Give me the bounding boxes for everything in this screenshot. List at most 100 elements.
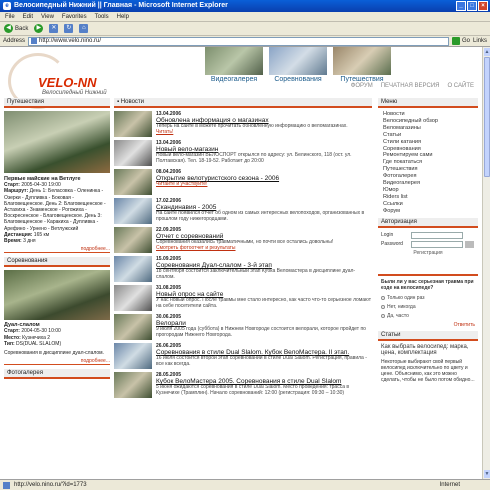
menu-edit[interactable]: Edit [23,14,33,20]
travel-route: День 1: Беласовка - Оленинка - Озерки - … [4,188,106,232]
competition-more-link[interactable]: подробнее... [4,358,110,366]
poll-answer-button[interactable]: Ответить [381,322,475,328]
menu-item[interactable]: Фотогалерея [383,173,473,180]
login-label: Login [381,232,394,239]
back-arrow-icon: ◀ [4,24,13,33]
nav-video-image [205,47,263,75]
radio-icon [381,313,385,318]
menu-item[interactable]: Форум [383,208,473,215]
news-desc: 5 июня ожидаются соревнования в стиле Du… [156,384,350,396]
nav-competitions[interactable]: Соревнования [269,47,327,83]
travel-info: Первые майские на Ветлуге Старт: 2005-04… [4,176,110,244]
maximize-button[interactable]: □ [467,1,477,11]
nav-travel[interactable]: Путешествия [333,47,391,83]
news-item: 08.04.2006 Открытие велотуристского сезон… [114,169,372,195]
login-input[interactable] [411,231,463,239]
news-link[interactable]: Читайте и участвуйте! [156,181,372,188]
news-thumbnail[interactable] [114,140,152,166]
menu-item[interactable]: Стили катания [383,139,473,146]
menu-help[interactable]: Help [117,14,129,20]
poll-option-1[interactable]: Только один раз [381,295,475,301]
nav-video[interactable]: Видеогалерея [205,47,263,83]
top-nav: Видеогалерея Соревнования Путешествия [205,47,391,83]
menu-item[interactable]: Видеогалерея [383,180,473,187]
news-thumbnail[interactable] [114,314,152,340]
password-input[interactable] [411,240,463,248]
address-input[interactable]: http://www.velo.nino.ru/ [28,36,449,46]
news-column: ▪ Новости 13.04.2006 Обновлена информация… [114,98,372,398]
home-icon: ⌂ [79,24,89,33]
news-list: 13.04.2006 Обновлена информация о магазин… [114,111,372,398]
menu-item[interactable]: Новости [383,111,473,118]
news-thumbnail[interactable] [114,198,152,224]
home-button[interactable]: ⌂ [79,24,89,33]
poll-option-2[interactable]: Нет, никогда [381,304,475,310]
menu-item[interactable]: Где покататься [383,159,473,166]
poll-option-3[interactable]: Да, часто [381,313,475,319]
news-thumbnail[interactable] [114,111,152,137]
vertical-scrollbar[interactable]: ▲ ▼ [482,47,490,479]
menu-bar: File Edit View Favorites Tools Help [0,12,490,22]
news-thumbnail[interactable] [114,256,152,282]
menu-header: Меню [378,98,478,108]
news-thumbnail[interactable] [114,343,152,369]
travel-distance: 165 км [33,231,50,238]
menu-item[interactable]: Соревнования [383,146,473,153]
refresh-button[interactable]: ↻ [64,24,74,33]
menu-favorites[interactable]: Favorites [62,14,87,20]
web-page: VELO-NN Велосипедный Нижний Видеогалерея… [0,47,482,479]
menu-item[interactable]: Веломагазины [383,125,473,132]
news-item: 17.02.2006 Скандинавия - 2005 На сайте поя… [114,198,372,224]
menu-item[interactable]: Велосипедный обзор [383,118,473,125]
radio-icon [381,295,385,300]
scrollbar-thumb[interactable] [484,57,490,177]
travel-more-link[interactable]: подробнее... [4,246,110,254]
news-desc: Новый вело-магазин ВЕЛОСПОРТ открылся по… [156,152,352,164]
photo-gallery-header: Фотогалерея [4,369,110,380]
news-link[interactable]: Смотреть фотоотчет и результаты [156,245,372,252]
news-item: 30.06.2005 Велорали 9 июля 2005 года (субб… [114,314,372,340]
close-button[interactable]: × [478,1,488,11]
news-thumbnail[interactable] [114,372,152,398]
articles-header: Статьи [378,330,478,341]
menu-item[interactable]: Ссылки [383,201,473,208]
links-button[interactable]: Links [473,38,487,44]
minimize-button[interactable]: _ [456,1,466,11]
poll: Были ли у вас серьезная травма при езде … [378,276,478,331]
menu-view[interactable]: View [41,14,54,20]
register-link[interactable]: Регистрация [381,250,475,256]
article-title[interactable]: Как выбрать велосипед: марка, цена, комп… [381,344,475,356]
news-desc: На сайте появился отчет об одном из самы… [156,210,365,222]
news-link[interactable]: Читать! [156,129,372,136]
status-text: http://velo.nino.ru/?id=1773 [14,482,87,488]
radio-icon [381,304,385,309]
forward-button[interactable]: ▶ [34,24,44,33]
menu-tools[interactable]: Tools [95,14,109,20]
forward-arrow-icon: ▶ [34,24,44,33]
menu-item[interactable]: Статьи [383,132,473,139]
menu-item[interactable]: Ремонтируем сами [383,152,473,159]
scroll-down-icon[interactable]: ▼ [484,470,490,478]
travel-photo[interactable] [4,111,110,173]
menu-item[interactable]: Riders list [383,194,473,201]
menu-item[interactable]: Путешествия [383,166,473,173]
menu-item[interactable]: Юмор [383,187,473,194]
left-column: Путешествия Первые майские на Ветлуге Ст… [4,98,110,380]
link-about[interactable]: О САЙТЕ [447,83,474,89]
password-label: Password [381,241,403,248]
link-print[interactable]: ПЕЧАТНАЯ ВЕРСИЯ [381,83,440,89]
back-button[interactable]: ◀ Back [4,24,28,33]
go-button[interactable]: Go [451,37,470,45]
articles: Как выбрать велосипед: марка, цена, комп… [378,341,478,386]
news-thumbnail[interactable] [114,169,152,195]
competition-photo[interactable] [4,270,110,321]
stop-button[interactable]: ✕ [49,24,59,33]
link-forum[interactable]: ФОРУМ [351,83,373,89]
login-submit-button[interactable] [465,240,474,248]
stop-icon: ✕ [49,24,59,33]
news-thumbnail[interactable] [114,285,152,311]
address-url: http://www.velo.nino.ru/ [39,38,102,44]
scroll-up-icon[interactable]: ▲ [484,48,490,56]
news-thumbnail[interactable] [114,227,152,253]
menu-file[interactable]: File [5,14,15,20]
